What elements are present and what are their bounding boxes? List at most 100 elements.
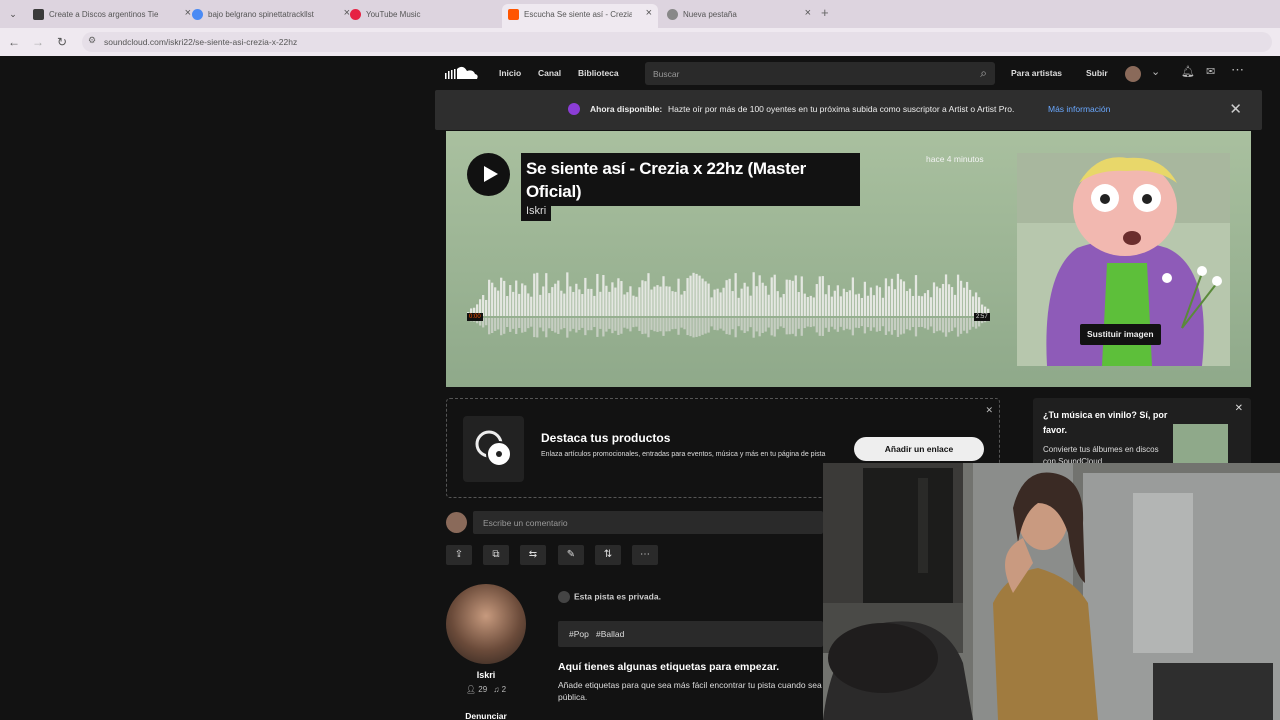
site-info-icon[interactable]: ⚙ bbox=[88, 35, 96, 46]
waveform-reflection-bar bbox=[902, 318, 906, 334]
waveform-reflection-bar bbox=[848, 318, 851, 330]
track-artist-link[interactable]: Iskri bbox=[521, 204, 552, 221]
waveform-reflection-bar bbox=[566, 318, 569, 338]
waveform-bar bbox=[737, 297, 740, 316]
play-button[interactable] bbox=[467, 153, 510, 196]
waveform-reflection-bar bbox=[740, 318, 743, 331]
add-link-button[interactable]: Añadir un enlace bbox=[854, 437, 984, 461]
soundcloud-logo-icon[interactable] bbox=[445, 66, 479, 80]
search-input[interactable]: Buscar ⌕ bbox=[645, 62, 995, 85]
followers-count[interactable]: 29 bbox=[478, 685, 487, 694]
waveform-bar bbox=[851, 277, 854, 316]
waveform-reflection-bar bbox=[521, 318, 524, 333]
waveform-bar bbox=[923, 293, 927, 316]
nav-feed[interactable]: Canal bbox=[538, 68, 561, 78]
waveform-bar bbox=[644, 281, 647, 316]
waveform-bar bbox=[749, 295, 752, 316]
waveform-reflection-bar bbox=[767, 318, 770, 328]
forward-arrow-icon[interactable]: → bbox=[30, 34, 46, 50]
copy-link-icon[interactable]: ⧉ bbox=[483, 545, 509, 565]
close-icon[interactable]: ✕ bbox=[1235, 403, 1243, 414]
artist-stats: 👤︎ 29 ♫ 2 bbox=[446, 685, 526, 694]
waveform-bar bbox=[785, 279, 788, 316]
waveform-bar bbox=[824, 294, 827, 316]
waveform-bar bbox=[728, 278, 731, 316]
waveform-reflection-bar bbox=[491, 318, 494, 333]
upload-link[interactable]: Subir bbox=[1086, 68, 1108, 78]
browser-tab-active[interactable]: Escucha Se siente así - Crezia x × bbox=[502, 4, 658, 28]
waveform-reflection-bar bbox=[887, 318, 891, 332]
browser-tab[interactable]: Nueva pestaña × bbox=[661, 4, 817, 28]
artist-name[interactable]: Iskri bbox=[446, 670, 526, 680]
waveform-reflection-bar bbox=[587, 318, 590, 331]
browser-tab[interactable]: bajo belgrano spinettatrackllst × bbox=[186, 4, 356, 28]
waveform-reflection-bar bbox=[707, 318, 710, 333]
more-options-icon[interactable]: ⋯ bbox=[632, 545, 658, 565]
waveform-reflection-bar bbox=[659, 318, 662, 332]
waveform-reflection-bar bbox=[500, 318, 503, 336]
tag-pop[interactable]: #Pop bbox=[569, 629, 589, 639]
nav-library[interactable]: Biblioteca bbox=[578, 68, 619, 78]
banner-more-info-link[interactable]: Más información bbox=[1048, 104, 1110, 114]
report-button[interactable]: Denunciar bbox=[446, 711, 526, 720]
waveform-reflection-bar bbox=[773, 318, 776, 337]
waveform-reflection-bar bbox=[509, 318, 512, 332]
search-icon[interactable]: ⌕ bbox=[980, 66, 987, 81]
waveform-bar bbox=[626, 292, 629, 316]
waveform-reflection-bar bbox=[854, 318, 857, 328]
close-icon[interactable]: ✕ bbox=[1229, 100, 1242, 118]
more-options-icon[interactable]: ⋯ bbox=[1231, 62, 1244, 78]
waveform-reflection-bar bbox=[743, 318, 746, 333]
new-tab-button[interactable]: + bbox=[821, 5, 829, 20]
waveform-reflection-bar bbox=[929, 318, 933, 327]
messages-mail-icon[interactable]: ✉ bbox=[1206, 65, 1215, 78]
waveform-reflection-bar bbox=[881, 318, 885, 327]
tracks-count[interactable]: 2 bbox=[502, 685, 506, 694]
comment-input[interactable]: Escribe un comentario bbox=[473, 511, 823, 534]
add-to-next-up-icon[interactable]: ⇅ bbox=[595, 545, 621, 565]
waveform-bar bbox=[608, 291, 611, 316]
waveform[interactable] bbox=[467, 261, 990, 346]
waveform-bar bbox=[665, 286, 668, 316]
browser-tab[interactable]: YouTube Music × bbox=[344, 4, 514, 28]
reload-icon[interactable]: ↻ bbox=[54, 34, 70, 50]
waveform-bar bbox=[560, 290, 563, 316]
waveform-bar bbox=[602, 275, 605, 316]
waveform-reflection-bar bbox=[689, 318, 692, 337]
waveform-reflection-bar bbox=[677, 318, 680, 335]
replace-image-button[interactable]: Sustituir imagen bbox=[1080, 324, 1161, 345]
waveform-reflection-bar bbox=[758, 318, 761, 337]
browser-toolbar: ← → ↻ ⚙ soundcloud.com/iskri22/se-siente… bbox=[0, 28, 1280, 56]
close-tab-icon[interactable]: × bbox=[805, 7, 811, 19]
notifications-bell-icon[interactable]: 🔔︎ bbox=[1181, 65, 1195, 78]
nav-home[interactable]: Inicio bbox=[499, 68, 521, 78]
back-arrow-icon[interactable]: ← bbox=[6, 34, 22, 50]
tab-search-button[interactable]: ⌄ bbox=[5, 7, 21, 21]
for-artists-link[interactable]: Para artistas bbox=[1011, 68, 1062, 78]
close-tab-icon[interactable]: × bbox=[646, 7, 652, 19]
waveform-bar bbox=[680, 294, 683, 316]
tag-ballad[interactable]: #Ballad bbox=[596, 629, 624, 639]
edit-pencil-icon[interactable]: ✎ bbox=[558, 545, 584, 565]
close-icon[interactable]: ✕ bbox=[985, 405, 993, 416]
waveform-bar bbox=[500, 277, 503, 316]
waveform-reflection-bar bbox=[527, 318, 530, 329]
waveform-bar bbox=[509, 285, 512, 316]
waveform-bar bbox=[695, 273, 698, 316]
artist-avatar[interactable] bbox=[446, 584, 526, 664]
waveform-reflection-bar bbox=[728, 318, 731, 335]
waveform-bar bbox=[842, 288, 845, 316]
waveform-bar bbox=[518, 293, 521, 316]
waveform-bar bbox=[917, 295, 921, 316]
waveform-bar bbox=[890, 278, 894, 316]
address-bar[interactable]: ⚙ soundcloud.com/iskri22/se-siente-asi-c… bbox=[82, 32, 1272, 52]
repost-icon[interactable]: ⇆ bbox=[520, 545, 546, 565]
share-icon[interactable]: ⇪ bbox=[446, 545, 472, 565]
waveform-bar bbox=[506, 296, 509, 316]
user-avatar[interactable] bbox=[1125, 66, 1141, 82]
waveform-reflection-bar bbox=[536, 318, 539, 338]
waveform-bar bbox=[587, 288, 590, 316]
browser-tab[interactable]: Create a Discos argentinos Tie × bbox=[27, 4, 197, 28]
waveform-bar bbox=[542, 286, 545, 316]
chevron-down-icon[interactable]: ⌄ bbox=[1151, 65, 1160, 78]
